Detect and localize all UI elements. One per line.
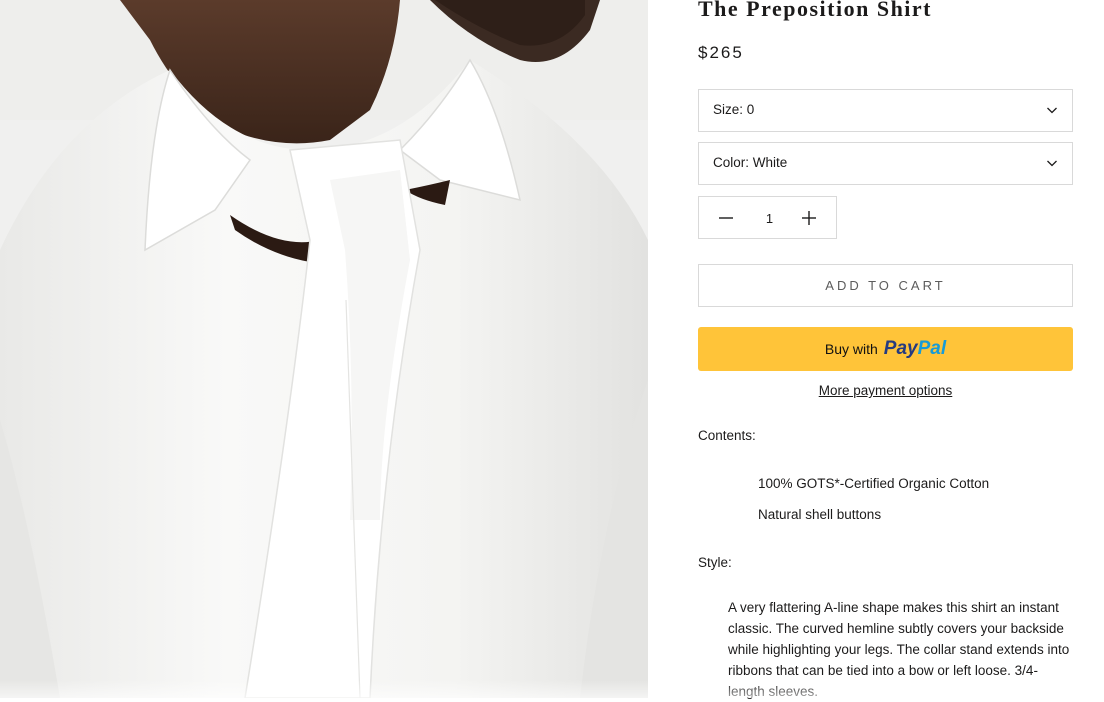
chevron-down-icon xyxy=(1047,160,1057,167)
quantity-stepper xyxy=(698,196,837,239)
size-select-label: Size: 0 xyxy=(713,102,755,117)
product-title: The Preposition Shirt xyxy=(698,0,933,21)
color-select[interactable]: Color: White xyxy=(698,142,1073,185)
minus-icon[interactable] xyxy=(717,209,735,227)
chevron-down-icon xyxy=(1047,107,1057,114)
product-price: $265 xyxy=(698,43,744,62)
contents-label: Contents: xyxy=(698,428,756,443)
paypal-logo-part2: Pal xyxy=(917,338,947,359)
paypal-logo-part1: Pay xyxy=(883,338,918,359)
color-select-label: Color: White xyxy=(713,155,788,170)
contents-item: Natural shell buttons xyxy=(758,507,882,522)
style-label: Style: xyxy=(698,555,732,570)
size-select[interactable]: Size: 0 xyxy=(698,89,1073,132)
plus-icon[interactable] xyxy=(800,209,818,227)
contents-item: 100% GOTS*-Certified Organic Cotton xyxy=(758,476,990,491)
quantity-input[interactable] xyxy=(749,207,790,229)
shirt-photo xyxy=(0,0,648,698)
paypal-buy-with-label: Buy with xyxy=(824,341,878,357)
add-to-cart-button[interactable]: ADD TO CART xyxy=(698,264,1073,307)
product-image[interactable] xyxy=(0,0,648,698)
paypal-button[interactable]: Buy with PayPal xyxy=(698,327,1073,371)
paypal-logo: PayPal xyxy=(884,338,946,360)
more-payment-options-link[interactable]: More payment options xyxy=(698,383,1073,398)
bottom-fade xyxy=(0,680,1104,698)
